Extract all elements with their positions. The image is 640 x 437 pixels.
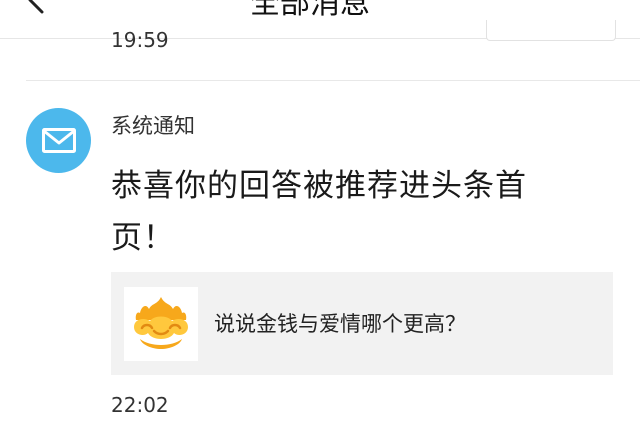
chevron-down-icon: ˅ <box>380 0 390 12</box>
sender-name: 系统通知 <box>111 114 195 138</box>
message-text: 恭喜你的回答被推荐进头条首页！ <box>111 168 527 256</box>
previous-card-edge[interactable] <box>486 20 616 41</box>
previous-message-time: 19:59 <box>111 28 169 52</box>
notification-screen: 全部消息 ˅ 19:59 系统通知 恭喜你的回答被推荐进头条首页！ 说说金钱与爱… <box>0 0 640 437</box>
message-time: 22:02 <box>111 393 169 417</box>
question-thumbnail <box>124 287 198 361</box>
mail-envelope-icon <box>42 128 76 153</box>
linked-question-card[interactable]: 说说金钱与爱情哪个更高？ <box>111 272 613 375</box>
message-divider <box>26 80 640 81</box>
question-title: 说说金钱与爱情哪个更高？ <box>214 312 466 336</box>
golden-cloud-logo-icon <box>134 297 188 349</box>
page-title: 全部消息 <box>250 0 370 21</box>
avatar[interactable] <box>26 108 91 173</box>
